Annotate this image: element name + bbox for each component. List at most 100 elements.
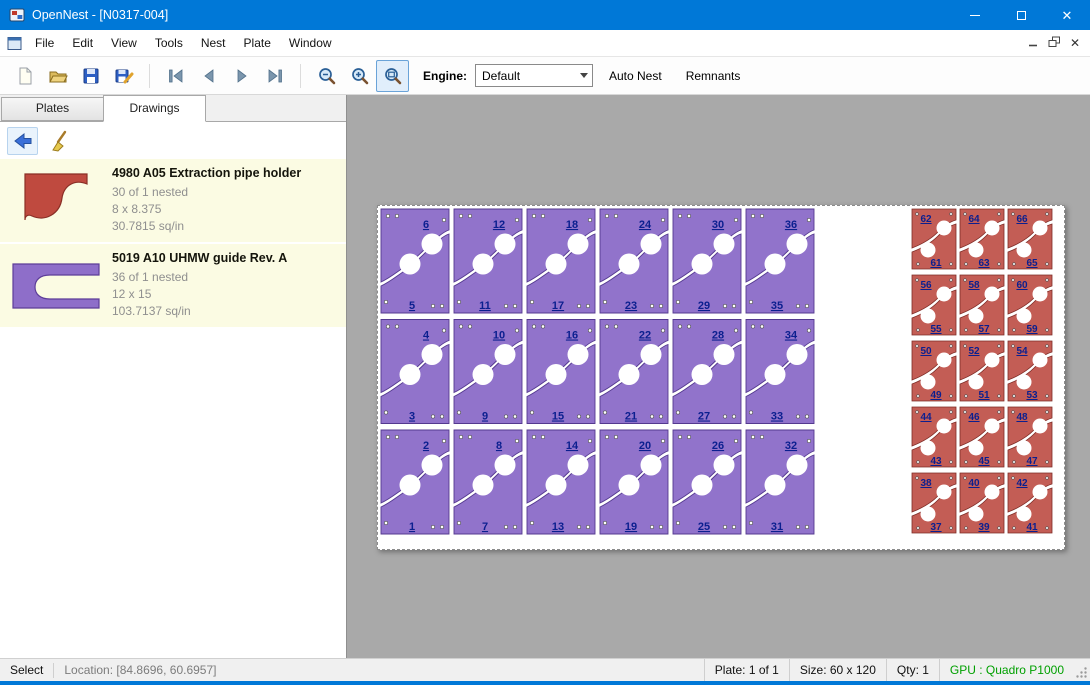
menu-plate[interactable]: Plate	[235, 30, 280, 56]
menu-view[interactable]: View	[102, 30, 146, 56]
toolbar-separator	[300, 64, 301, 88]
zoom-out-icon	[317, 66, 337, 86]
engine-select[interactable]: Default	[475, 64, 593, 87]
part-number: 59	[1026, 324, 1038, 335]
menu-nest[interactable]: Nest	[192, 30, 235, 56]
auto-nest-button[interactable]: Auto Nest	[601, 61, 670, 91]
nested-part-pair[interactable]: 109	[454, 320, 522, 424]
nested-part-pair[interactable]: 5857	[960, 275, 1004, 335]
save-as-button[interactable]	[107, 60, 140, 92]
nested-part-pair[interactable]: 5453	[1008, 341, 1052, 401]
drawing-list-item[interactable]: 4980 A05 Extraction pipe holder 30 of 1 …	[0, 159, 346, 244]
menu-tools[interactable]: Tools	[146, 30, 192, 56]
nav-next-button[interactable]	[225, 60, 258, 92]
drawing-title: 4980 A05 Extraction pipe holder	[112, 166, 342, 180]
nested-part-pair[interactable]: 3433	[746, 320, 814, 424]
mdi-restore-button[interactable]	[1048, 36, 1061, 51]
app-window: OpenNest - [N0317-004] ✕ File Edit View …	[0, 0, 1090, 685]
plate-sheet: 6512111817242330293635431091615222128273…	[377, 205, 1065, 550]
nested-part-pair[interactable]: 1615	[527, 320, 595, 424]
part-number: 13	[552, 521, 564, 533]
nested-part-pair[interactable]: 4847	[1008, 407, 1052, 467]
nested-part-pair[interactable]: 3231	[746, 430, 814, 534]
new-file-button[interactable]	[8, 60, 41, 92]
open-folder-button[interactable]	[41, 60, 74, 92]
import-drawing-button[interactable]	[7, 127, 38, 155]
nested-part-pair[interactable]: 3029	[673, 209, 741, 313]
clear-drawings-button[interactable]	[45, 127, 76, 155]
mdi-close-button[interactable]: ✕	[1070, 37, 1080, 49]
nested-part-pair[interactable]: 2019	[600, 430, 668, 534]
chevron-down-icon	[576, 69, 592, 82]
save-button[interactable]	[74, 60, 107, 92]
menu-file[interactable]: File	[26, 30, 63, 56]
document-icon[interactable]	[7, 36, 22, 51]
part-number: 1	[409, 521, 415, 533]
part-number: 4	[423, 330, 430, 342]
minimize-button[interactable]	[952, 0, 998, 30]
nested-part-pair[interactable]: 87	[454, 430, 522, 534]
nested-part-pair[interactable]: 1817	[527, 209, 595, 313]
drawing-list-item[interactable]: 5019 A10 UHMW guide Rev. A 36 of 1 neste…	[0, 244, 346, 329]
mdi-window-controls: ✕	[1027, 36, 1090, 51]
zoom-out-button[interactable]	[310, 60, 343, 92]
nested-part-pair[interactable]: 2625	[673, 430, 741, 534]
nested-part-pair[interactable]: 5049	[912, 341, 956, 401]
nested-part-pair[interactable]: 65	[381, 209, 449, 313]
close-button[interactable]: ✕	[1044, 0, 1090, 30]
nest-layout: 6512111817242330293635431091615222128273…	[378, 206, 1064, 549]
nested-part-pair[interactable]: 21	[381, 430, 449, 534]
nested-part-pair[interactable]: 5655	[912, 275, 956, 335]
tab-drawings[interactable]: Drawings	[103, 95, 206, 122]
nested-part-pair[interactable]: 4241	[1008, 473, 1052, 533]
nested-part-pair[interactable]: 1211	[454, 209, 522, 313]
nav-last-icon	[265, 66, 285, 86]
maximize-button[interactable]	[998, 0, 1044, 30]
nav-last-button[interactable]	[258, 60, 291, 92]
part-number: 2	[423, 440, 429, 452]
nest-canvas[interactable]: 6512111817242330293635431091615222128273…	[347, 95, 1090, 658]
status-gpu: GPU : Quadro P1000	[939, 659, 1074, 681]
window-accent-border	[0, 681, 1090, 685]
zoom-fit-button[interactable]	[376, 60, 409, 92]
resize-grip-icon	[1075, 666, 1088, 679]
part-number: 57	[978, 324, 990, 335]
menu-edit[interactable]: Edit	[63, 30, 102, 56]
nested-part-pair[interactable]: 4039	[960, 473, 1004, 533]
part-number: 27	[698, 411, 710, 423]
nav-first-button[interactable]	[159, 60, 192, 92]
nested-part-pair[interactable]: 3635	[746, 209, 814, 313]
app-logo-icon	[9, 7, 25, 23]
part-number: 41	[1026, 522, 1038, 533]
drawing-size: 8 x 8.375	[112, 201, 342, 218]
part-number: 12	[493, 219, 505, 231]
nested-part-pair[interactable]: 4443	[912, 407, 956, 467]
mdi-minimize-button[interactable]	[1027, 36, 1039, 51]
nested-part-pair[interactable]: 6059	[1008, 275, 1052, 335]
nested-part-pair[interactable]: 2221	[600, 320, 668, 424]
nav-previous-button[interactable]	[192, 60, 225, 92]
nested-part-pair[interactable]: 5251	[960, 341, 1004, 401]
nested-part-pair[interactable]: 2423	[600, 209, 668, 313]
zoom-in-icon	[350, 66, 370, 86]
resize-grip[interactable]	[1074, 659, 1090, 681]
remnants-button[interactable]: Remnants	[678, 61, 749, 91]
nested-part-pair[interactable]: 2827	[673, 320, 741, 424]
menu-window[interactable]: Window	[280, 30, 341, 56]
nested-part-pair[interactable]: 6665	[1008, 209, 1052, 269]
window-title: OpenNest - [N0317-004]	[32, 8, 168, 22]
nested-part-pair[interactable]: 6261	[912, 209, 956, 269]
nav-next-icon	[232, 66, 252, 86]
tab-plates[interactable]: Plates	[1, 97, 104, 121]
nested-part-pair[interactable]: 6463	[960, 209, 1004, 269]
nested-part-pair[interactable]: 1413	[527, 430, 595, 534]
save-as-icon	[114, 66, 134, 86]
nested-part-pair[interactable]: 3837	[912, 473, 956, 533]
zoom-in-button[interactable]	[343, 60, 376, 92]
nested-part-pair[interactable]: 43	[381, 320, 449, 424]
nested-part-pair[interactable]: 4645	[960, 407, 1004, 467]
part-number: 18	[566, 219, 578, 231]
nav-previous-icon	[199, 66, 219, 86]
drawing-area: 103.7137 sq/in	[112, 303, 342, 320]
status-plate: Plate: 1 of 1	[704, 659, 789, 681]
